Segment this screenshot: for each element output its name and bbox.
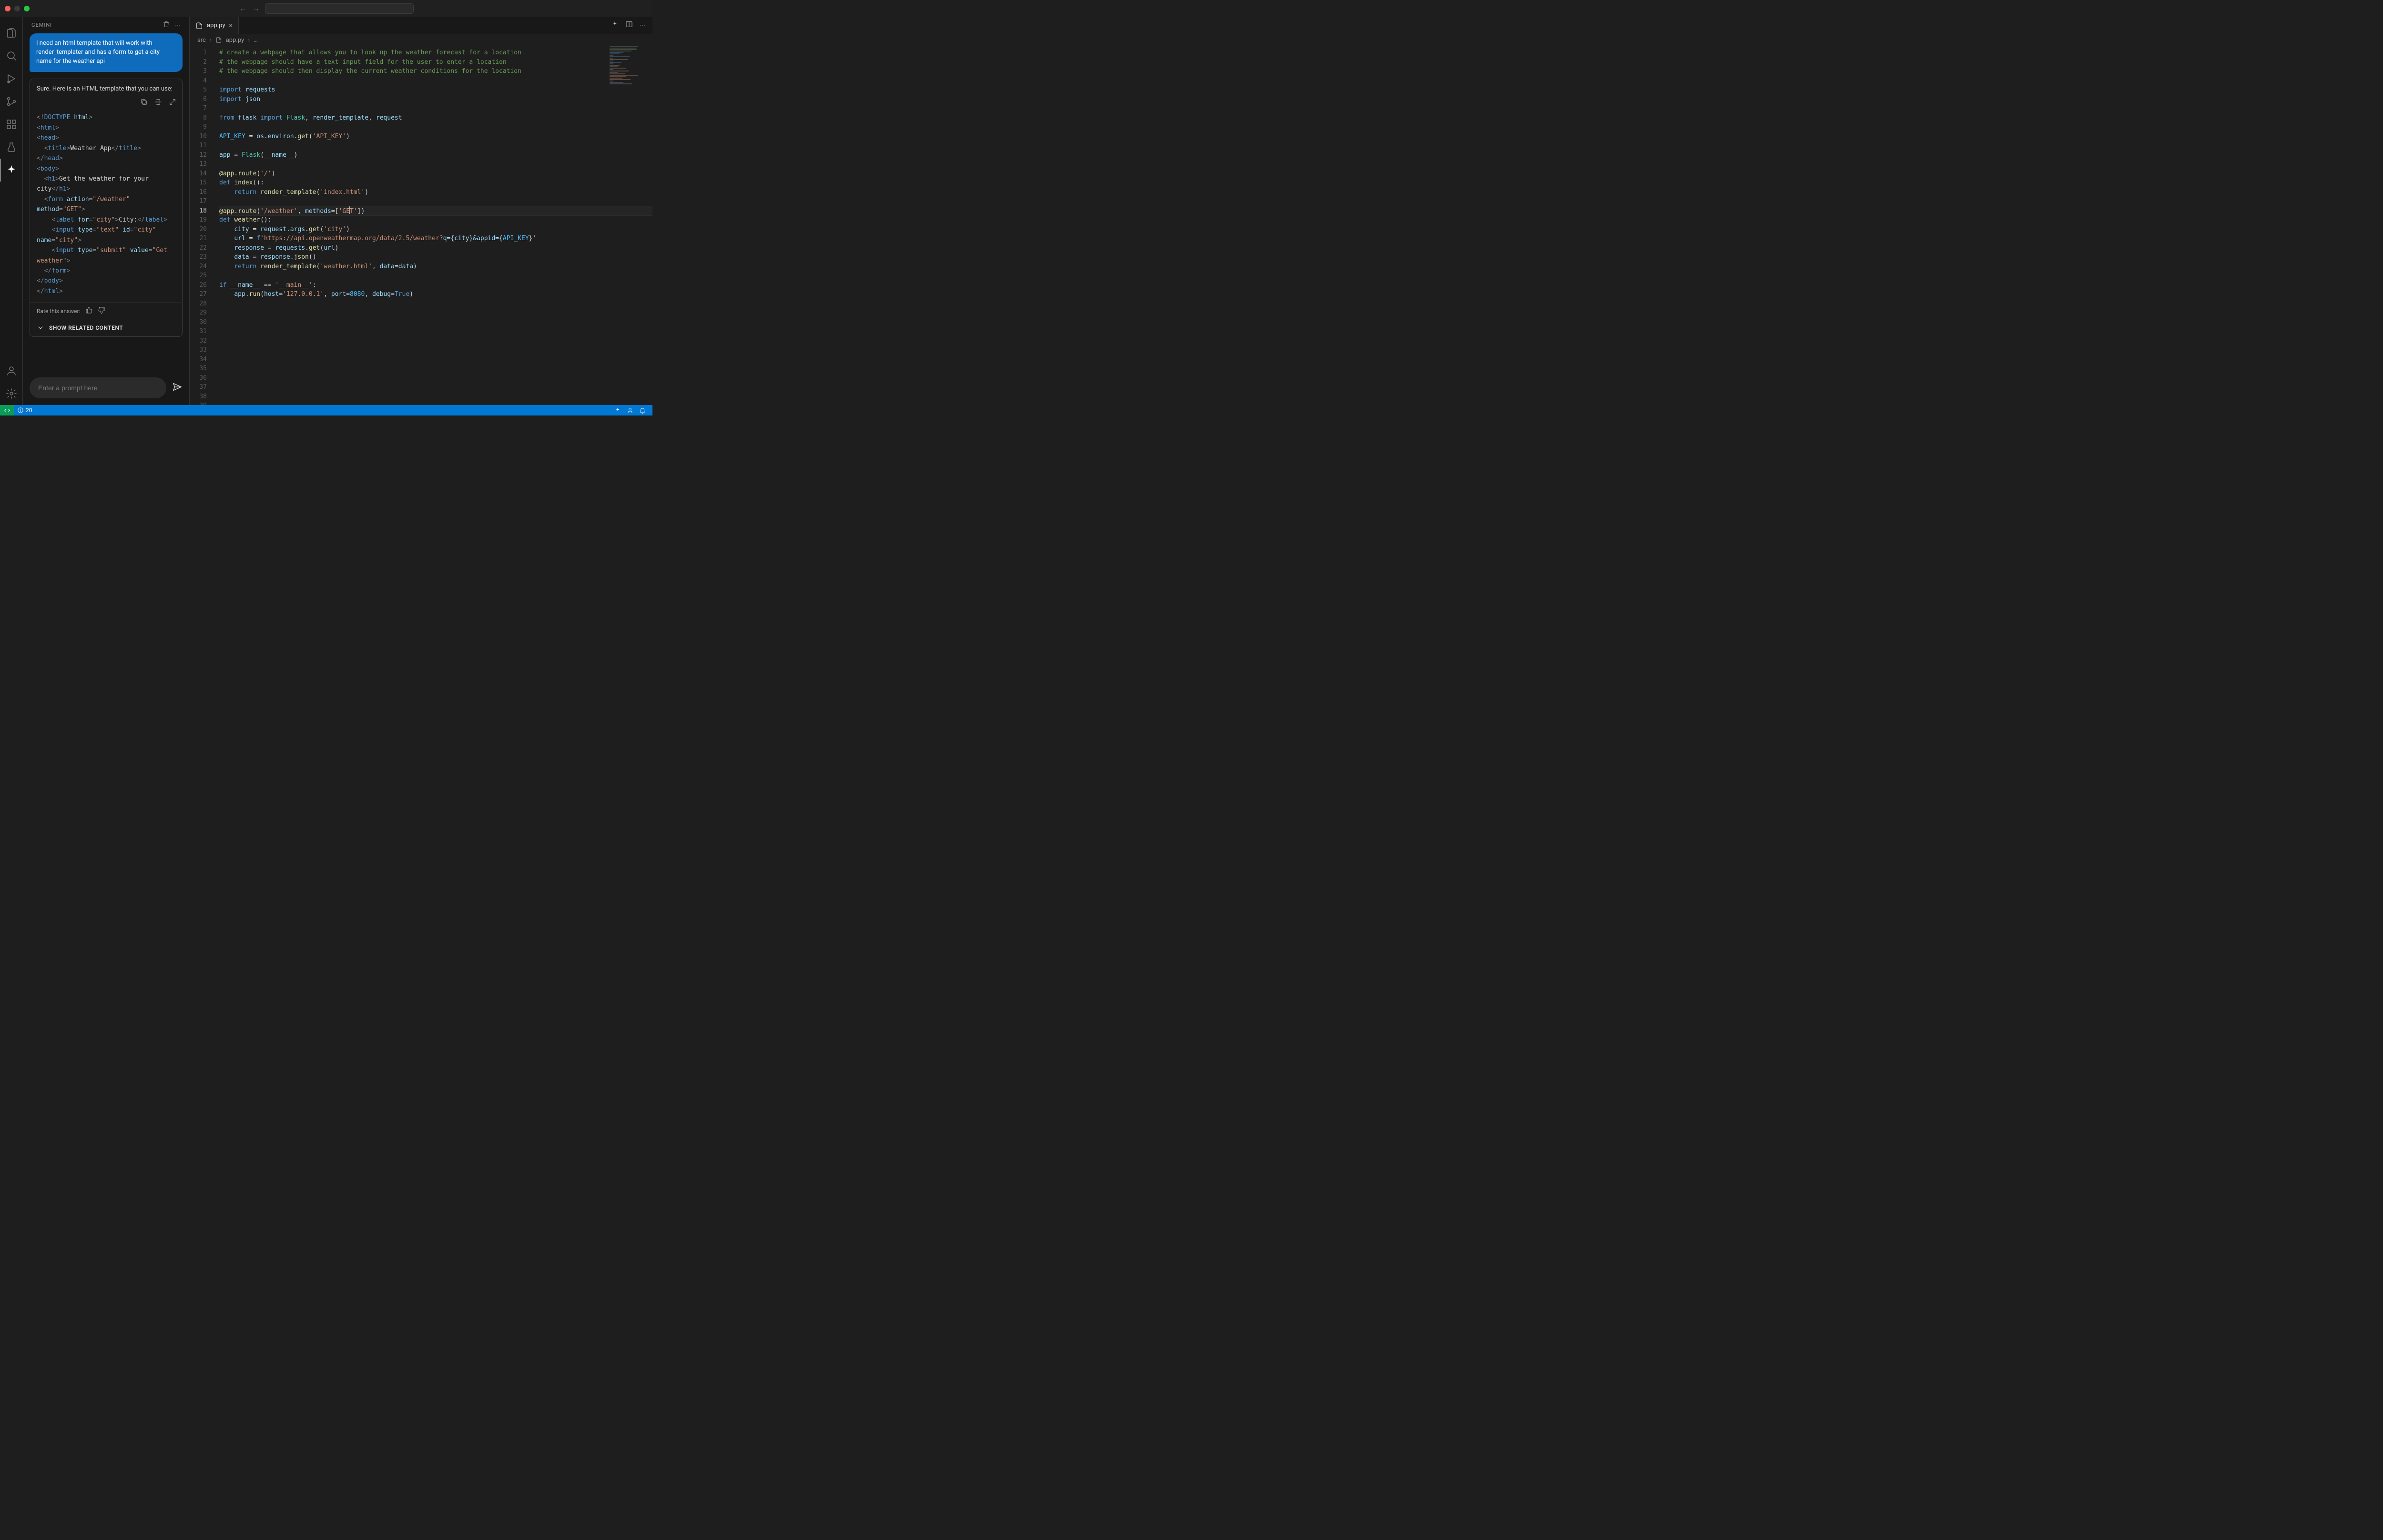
status-sparkle-icon[interactable]	[611, 407, 624, 414]
accounts-icon[interactable]	[0, 359, 23, 382]
more-actions-icon[interactable]: ⋯	[175, 22, 181, 28]
clear-chat-icon[interactable]	[163, 20, 170, 30]
insert-code-icon[interactable]	[154, 98, 162, 108]
assistant-response: Sure. Here is an HTML template that you …	[30, 79, 183, 337]
prompt-input[interactable]	[30, 377, 166, 398]
tab-bar: app.py × ⋯	[190, 17, 652, 34]
editor-area: app.py × ⋯ src › app.py › … 123456789101…	[190, 17, 652, 405]
breadcrumb-rest: …	[254, 37, 258, 44]
breadcrumb-sep-icon: ›	[248, 37, 250, 44]
expand-code-icon[interactable]	[169, 98, 176, 108]
problems-indicator[interactable]: 20	[14, 407, 35, 414]
code-editor[interactable]: 1234567891011121314151617181920212223242…	[190, 46, 652, 405]
activity-bar	[0, 17, 23, 405]
breadcrumb-folder: src	[197, 37, 206, 44]
breadcrumb[interactable]: src › app.py › …	[190, 34, 652, 46]
problems-count: 20	[26, 407, 32, 414]
breadcrumb-sep-icon: ›	[210, 37, 212, 44]
tab-label: app.py	[207, 22, 225, 29]
editor-more-icon[interactable]: ⋯	[640, 22, 646, 29]
nav-forward-icon[interactable]: →	[253, 4, 260, 13]
breadcrumb-file: app.py	[226, 37, 244, 44]
assistant-code-block: <!DOCTYPE html><html><head> <title>Weath…	[30, 110, 182, 302]
gemini-icon[interactable]	[0, 159, 22, 182]
code-content[interactable]: # create a webpage that allows you to lo…	[213, 46, 652, 405]
remote-indicator[interactable]	[0, 405, 14, 415]
show-related-label: SHOW RELATED CONTENT	[49, 324, 123, 331]
split-editor-icon[interactable]	[625, 20, 633, 30]
titlebar: ← →	[0, 0, 652, 17]
file-icon	[195, 22, 203, 30]
thumbs-down-icon[interactable]	[98, 306, 105, 315]
rate-label: Rate this answer:	[37, 308, 81, 314]
window-minimize-button[interactable]	[14, 6, 20, 11]
editor-tab-app-py[interactable]: app.py ×	[190, 17, 239, 34]
sparkle-icon[interactable]	[611, 20, 619, 30]
line-gutter: 1234567891011121314151617181920212223242…	[190, 46, 213, 405]
gemini-panel: GEMINI ⋯ I need an html template that wi…	[23, 17, 190, 405]
user-message: I need an html template that will work w…	[30, 33, 183, 72]
search-icon[interactable]	[0, 44, 23, 67]
window-close-button[interactable]	[5, 6, 10, 11]
copy-code-icon[interactable]	[140, 98, 148, 108]
close-tab-icon[interactable]: ×	[229, 22, 232, 30]
command-center-search[interactable]	[265, 3, 414, 14]
minimap[interactable]	[610, 46, 650, 99]
status-copilot-icon[interactable]	[624, 407, 636, 414]
send-button-icon[interactable]	[172, 382, 183, 394]
window-maximize-button[interactable]	[24, 6, 30, 11]
show-related-toggle[interactable]: SHOW RELATED CONTENT	[30, 319, 182, 336]
extensions-icon[interactable]	[0, 113, 23, 136]
run-debug-icon[interactable]	[0, 67, 23, 90]
window-controls	[5, 6, 30, 11]
thumbs-up-icon[interactable]	[85, 306, 93, 315]
settings-gear-icon[interactable]	[0, 382, 23, 405]
assistant-intro-text: Sure. Here is an HTML template that you …	[30, 79, 182, 97]
nav-back-icon[interactable]: ←	[239, 4, 247, 13]
notifications-icon[interactable]	[636, 407, 649, 414]
status-bar: 20	[0, 405, 652, 415]
chevron-down-icon	[37, 324, 44, 332]
gemini-title: GEMINI	[31, 22, 158, 28]
explorer-icon[interactable]	[0, 21, 23, 44]
file-icon	[215, 37, 222, 43]
source-control-icon[interactable]	[0, 90, 23, 113]
testing-icon[interactable]	[0, 136, 23, 159]
